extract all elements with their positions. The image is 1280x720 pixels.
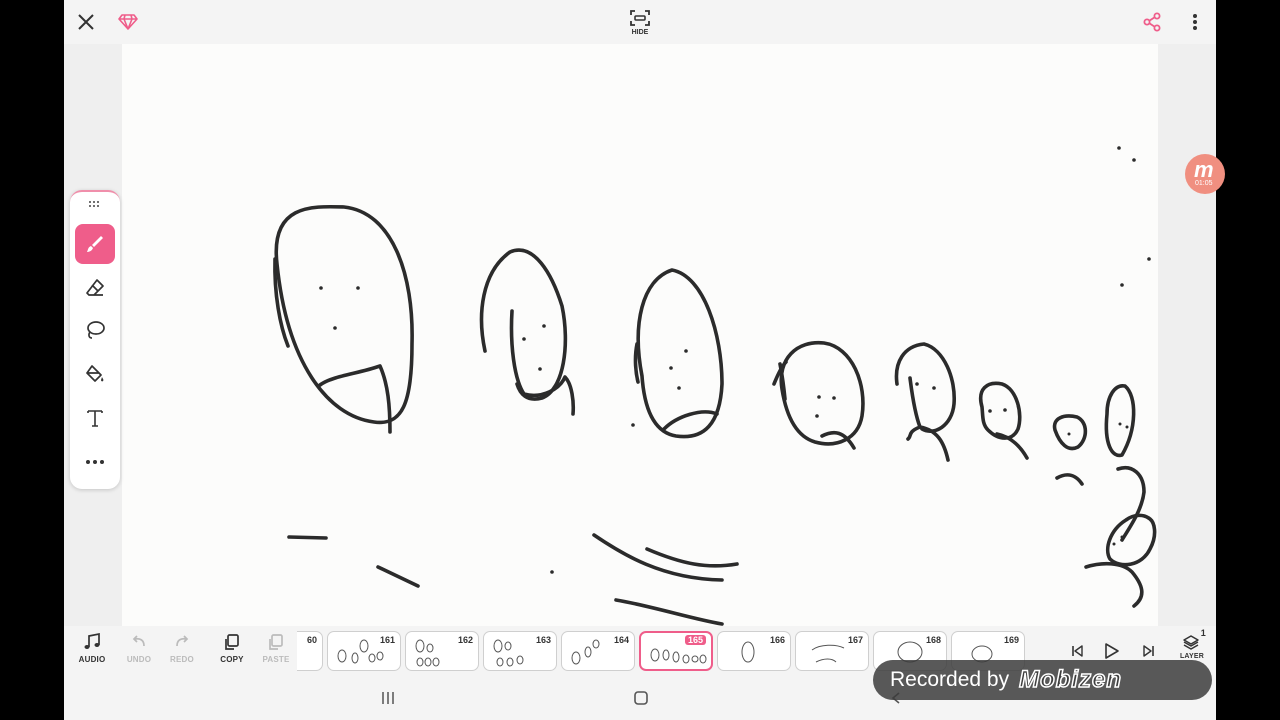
lasso-icon: [87, 321, 105, 339]
redo-label: REDO: [170, 655, 194, 664]
paste-icon: [269, 634, 283, 650]
hide-ui-icon: [630, 9, 650, 26]
panel-drag-handle[interactable]: [70, 200, 120, 211]
canvas-drawing: [273, 146, 1157, 626]
frame-thumbnail-163[interactable]: 163: [483, 631, 557, 671]
copy-button[interactable]: COPY: [210, 632, 254, 672]
audio-button[interactable]: AUDIO: [70, 632, 114, 672]
more-horizontal-icon: [86, 460, 104, 464]
layers-icon: [1183, 635, 1199, 650]
frame-number: 166: [769, 635, 785, 645]
recorder-bubble[interactable]: m 01:05: [1185, 154, 1225, 194]
audio-label: AUDIO: [78, 655, 106, 664]
frame-thumbnail-165[interactable]: 165: [639, 631, 713, 671]
fill-tool[interactable]: [75, 354, 115, 394]
diamond-icon[interactable]: [114, 8, 142, 36]
drawing-canvas[interactable]: [122, 44, 1158, 626]
frame-number: 161: [379, 635, 395, 645]
paste-label: PASTE: [262, 655, 290, 664]
layers-count: 1: [1200, 628, 1206, 638]
paint-bucket-icon: [86, 365, 104, 382]
hide-label: HIDE: [631, 28, 649, 36]
frame-thumbnail-164[interactable]: 164: [561, 631, 635, 671]
frame-number: 162: [457, 635, 473, 645]
recorded-by-text: Recorded by: [890, 668, 1010, 691]
frame-thumbnail-160[interactable]: 60: [297, 631, 323, 671]
copy-icon: [225, 634, 239, 650]
frame-number: 60: [306, 635, 317, 645]
undo-button[interactable]: UNDO: [117, 632, 161, 672]
frame-number: 167: [847, 635, 863, 645]
text-tool[interactable]: [75, 398, 115, 438]
lasso-tool[interactable]: [75, 310, 115, 350]
more-vertical-icon[interactable]: [1182, 8, 1208, 36]
more-tools-button[interactable]: [75, 442, 115, 482]
share-icon[interactable]: [1138, 8, 1166, 36]
undo-label: UNDO: [126, 655, 152, 664]
frame-number: 163: [535, 635, 551, 645]
frame-thumbnail-162[interactable]: 162: [405, 631, 479, 671]
undo-icon: [132, 635, 145, 647]
recorder-time: 01:05: [1195, 180, 1213, 187]
top-bar: HIDE: [64, 0, 1216, 44]
recording-watermark: Recorded by Mobizen: [873, 660, 1212, 700]
eraser-icon: [86, 279, 104, 296]
home-icon[interactable]: [629, 686, 653, 710]
text-icon: [87, 410, 103, 427]
frame-number: 164: [613, 635, 629, 645]
redo-icon: [176, 635, 189, 647]
close-icon[interactable]: [72, 8, 100, 36]
hide-button[interactable]: HIDE: [624, 4, 656, 40]
frame-thumbnail-166[interactable]: 166: [717, 631, 791, 671]
mobizen-logo: Mobizen: [1018, 665, 1123, 694]
frame-number: 169: [1003, 635, 1019, 645]
music-note-icon: [84, 632, 100, 649]
frame-thumbnail-167[interactable]: 167: [795, 631, 869, 671]
frame-thumbnail-161[interactable]: 161: [327, 631, 401, 671]
redo-button[interactable]: REDO: [160, 632, 204, 672]
layers-label: LAYER: [1179, 653, 1205, 660]
app-screen: HIDE AUDIO UNDO REDO COPY PASTE 60 161 1…: [64, 0, 1216, 720]
frame-number: 165: [684, 635, 706, 645]
tool-panel: [70, 190, 120, 489]
copy-label: COPY: [220, 655, 244, 664]
frame-number: 168: [925, 635, 941, 645]
eraser-tool[interactable]: [75, 268, 115, 308]
brush-tool[interactable]: [75, 224, 115, 264]
brush-icon: [87, 236, 103, 252]
recent-apps-icon[interactable]: [376, 686, 400, 710]
paste-button[interactable]: PASTE: [254, 632, 298, 672]
